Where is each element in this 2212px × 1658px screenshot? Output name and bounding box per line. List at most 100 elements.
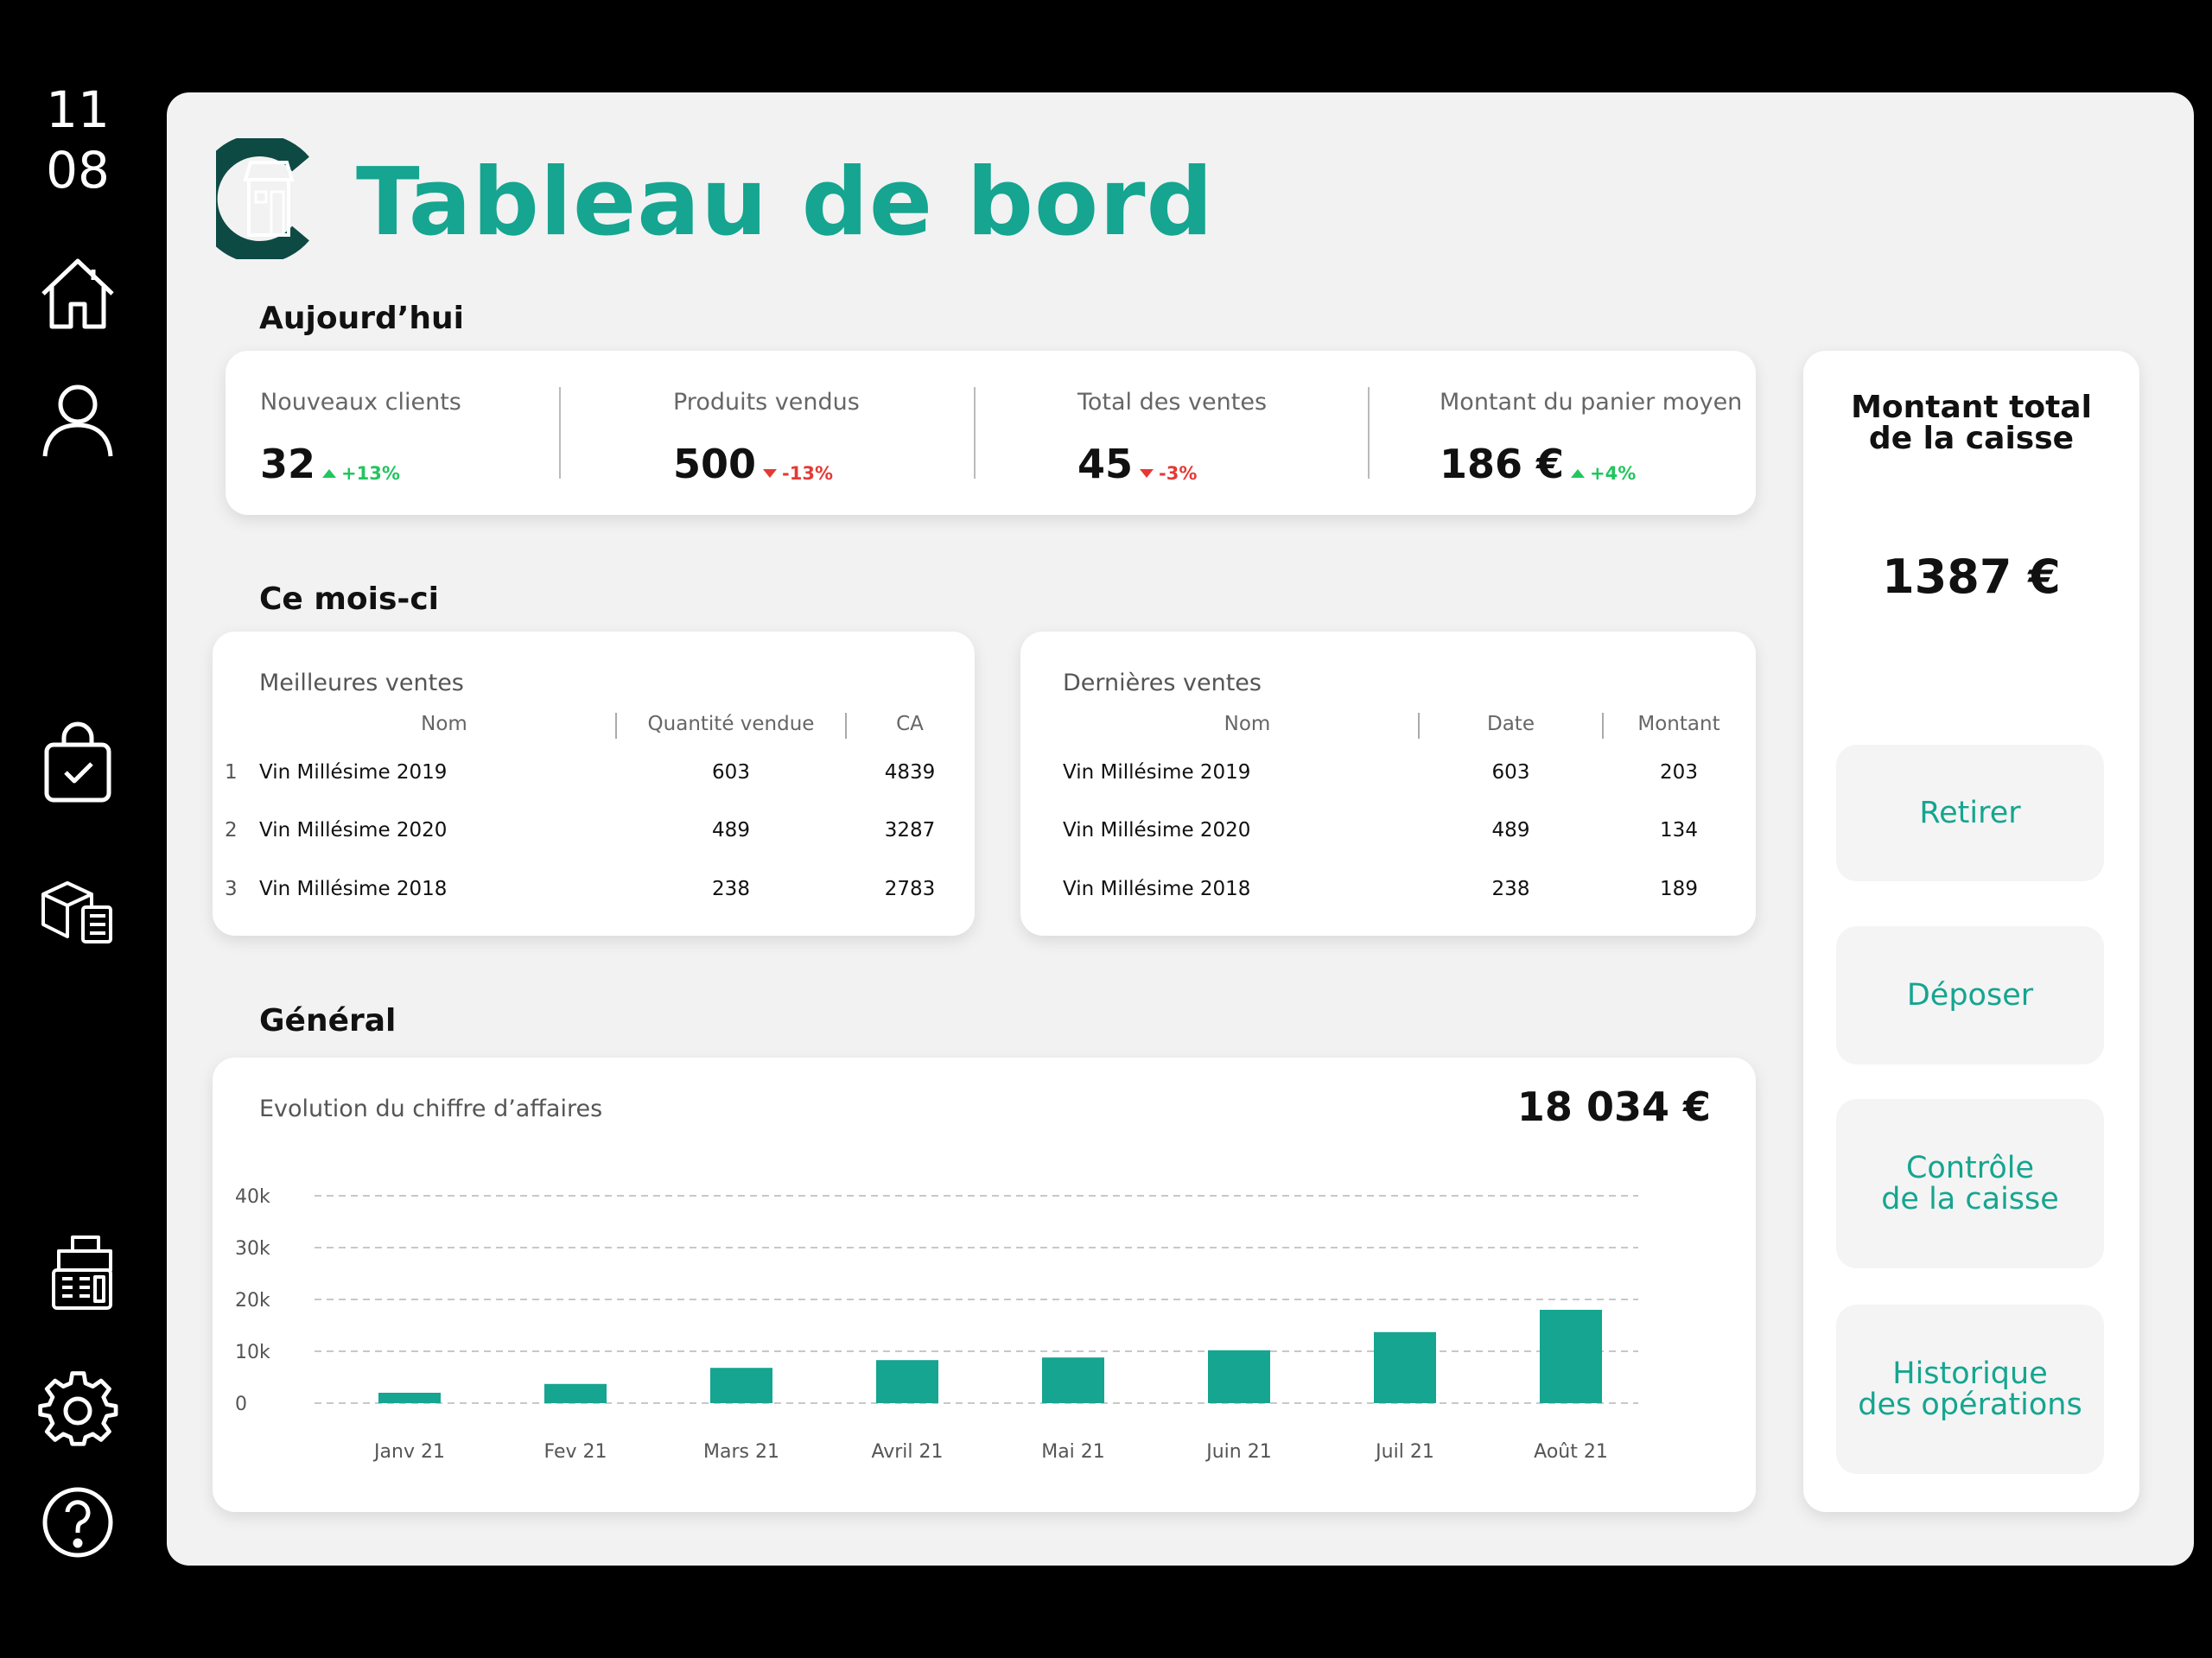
kpi-products-sold: 500 -13% — [673, 441, 833, 487]
x-tick-label: Avril 21 — [871, 1441, 943, 1463]
table-row-name: Vin Millésime 2018 — [1063, 878, 1251, 900]
revenue-bar-chart: 0 10k 20k 30k 40k Janv 21 Fev 21 Mars 21 Avril 2… — [235, 1186, 1638, 1463]
table-row-date: 238 — [1491, 878, 1530, 900]
clock-minute: 08 — [46, 141, 110, 200]
x-tick-label: Janv 21 — [372, 1441, 445, 1463]
column-header-ca: CA — [896, 713, 924, 735]
table-row-name: Vin Millésime 2019 — [259, 761, 448, 784]
y-tick-label: 0 — [235, 1394, 247, 1415]
shopping-bag-icon[interactable] — [35, 721, 121, 807]
x-tick-label: Juil 21 — [1374, 1441, 1434, 1463]
kpi-label-new-clients: Nouveaux clients — [260, 389, 461, 416]
gear-icon[interactable] — [35, 1365, 121, 1452]
table-row-qty: 603 — [712, 761, 750, 784]
x-tick-label: Août 21 — [1534, 1441, 1608, 1463]
table-row-name: Vin Millésime 2018 — [259, 878, 448, 900]
best-sales-title: Meilleures ventes — [259, 670, 464, 696]
x-tick-label: Mai 21 — [1041, 1441, 1105, 1463]
table-row-date: 603 — [1491, 761, 1530, 784]
kpi-total-sales: 45 -3% — [1077, 441, 1197, 487]
column-header-date: Date — [1487, 713, 1535, 735]
help-icon[interactable] — [35, 1479, 121, 1566]
kpi-divider — [974, 387, 976, 479]
table-row-name: Vin Millésime 2020 — [259, 819, 448, 842]
user-icon[interactable] — [35, 377, 121, 463]
kpi-delta-up: +4% — [1571, 463, 1636, 484]
cash-box-card: Montant total de la caisse 1387 € Retire… — [1803, 351, 2139, 1512]
table-row-qty: 238 — [712, 878, 750, 900]
withdraw-button[interactable]: Retirer — [1836, 745, 2104, 881]
column-header-amount: Montant — [1637, 713, 1720, 735]
section-title-today: Aujourd’hui — [259, 301, 464, 336]
chart-bar — [1042, 1357, 1104, 1403]
chart-bar — [378, 1393, 441, 1403]
last-sales-card: Dernières ventes Nom Date Montant Vin Mi… — [1020, 632, 1756, 936]
table-row-rank: 3 — [225, 878, 238, 900]
clock-hour: 11 — [46, 80, 110, 139]
home-icon[interactable] — [35, 251, 121, 337]
chart-bar — [1540, 1310, 1602, 1403]
table-row-name: Vin Millésime 2020 — [1063, 819, 1251, 842]
app-logo — [194, 134, 311, 264]
operations-history-button[interactable]: Historique des opérations — [1836, 1305, 2104, 1474]
y-tick-label: 30k — [235, 1238, 270, 1260]
kpi-avg-basket: 186 € +4% — [1440, 441, 1636, 487]
trend-up-icon — [322, 469, 337, 478]
kpi-value: 500 — [673, 441, 757, 487]
chart-bar — [1374, 1331, 1436, 1403]
section-title-general: Général — [259, 1003, 397, 1039]
column-header-name: Nom — [421, 713, 467, 735]
table-row-ca: 4839 — [884, 761, 936, 784]
trend-down-icon — [1140, 469, 1154, 478]
y-tick-label: 20k — [235, 1290, 270, 1312]
chart-bar — [1208, 1350, 1270, 1403]
column-header-qty: Quantité vendue — [647, 713, 815, 735]
kpi-divider — [559, 387, 561, 479]
kpi-label-total-sales: Total des ventes — [1077, 389, 1268, 416]
sidebar: 11 08 — [0, 0, 164, 1658]
x-tick-label: Mars 21 — [703, 1441, 779, 1463]
y-tick-label: 10k — [235, 1342, 270, 1363]
trend-up-icon — [1571, 469, 1586, 478]
y-tick-label: 40k — [235, 1186, 270, 1208]
kpi-value: 186 € — [1440, 441, 1565, 487]
table-row-rank: 2 — [225, 819, 238, 842]
cash-register-icon[interactable] — [35, 1229, 121, 1315]
kpi-new-clients: 32 +13% — [260, 441, 400, 487]
table-row-qty: 489 — [712, 819, 750, 842]
table-row-rank: 1 — [225, 761, 238, 784]
kpi-label-products-sold: Produits vendus — [673, 389, 860, 416]
cash-box-amount: 1387 € — [1882, 549, 2061, 604]
x-tick-label: Juin 21 — [1205, 1441, 1271, 1463]
chart-bar — [710, 1368, 772, 1403]
page-title: Tableau de bord — [356, 149, 1214, 257]
chart-bar — [876, 1360, 938, 1403]
chart-bar — [544, 1383, 607, 1403]
kpi-value: 45 — [1077, 441, 1134, 487]
kpi-delta-down: -13% — [763, 463, 833, 484]
kpi-label-avg-basket: Montant du panier moyen — [1440, 389, 1743, 416]
cash-box-title: Montant total de la caisse — [1851, 390, 2092, 456]
inventory-icon[interactable] — [35, 864, 121, 950]
today-kpi-card: Nouveaux clients 32 +13% Produits vendus… — [226, 351, 1756, 515]
kpi-divider — [1368, 387, 1370, 479]
table-row-date: 489 — [1491, 819, 1530, 842]
section-title-month: Ce mois-ci — [259, 581, 440, 617]
deposit-button[interactable]: Déposer — [1836, 926, 2104, 1064]
revenue-chart-card: Evolution du chiffre d’affaires 18 034 €… — [213, 1058, 1756, 1512]
table-row-ca: 2783 — [884, 878, 936, 900]
cash-control-button[interactable]: Contrôle de la caisse — [1836, 1099, 2104, 1268]
x-tick-label: Fev 21 — [544, 1441, 607, 1463]
last-sales-title: Dernières ventes — [1063, 670, 1262, 696]
kpi-value: 32 — [260, 441, 316, 487]
kpi-delta-down: -3% — [1140, 463, 1197, 484]
table-row-ca: 3287 — [884, 819, 936, 842]
trend-down-icon — [763, 469, 778, 478]
table-row-amount: 134 — [1660, 819, 1698, 842]
table-row-name: Vin Millésime 2019 — [1063, 761, 1251, 784]
column-header-name: Nom — [1224, 713, 1271, 735]
best-sales-card: Meilleures ventes Nom Quantité vendue CA… — [213, 632, 975, 936]
kpi-delta-up: +13% — [322, 463, 400, 484]
table-row-amount: 203 — [1660, 761, 1698, 784]
table-row-amount: 189 — [1660, 878, 1698, 900]
